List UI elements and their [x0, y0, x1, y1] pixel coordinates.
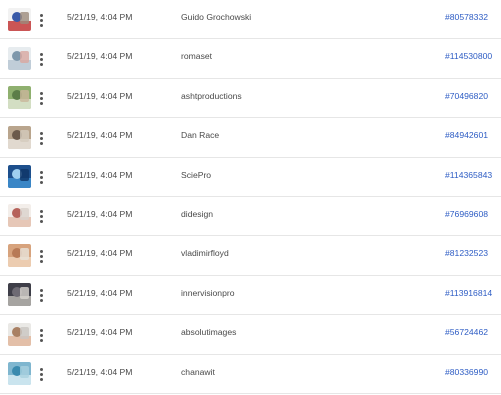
asset-id-link[interactable]: #81232523 [445, 248, 488, 258]
more-options-icon[interactable] [36, 48, 46, 70]
row-author: vladimirfloyd [181, 248, 229, 259]
asset-id-link[interactable]: #56724462 [445, 327, 488, 337]
row-author: absolutimages [181, 327, 237, 338]
row-author: SciePro [181, 169, 212, 180]
asset-thumbnail[interactable] [8, 7, 31, 31]
row-date: 5/21/19, 4:04 PM [67, 208, 133, 219]
row-date: 5/21/19, 4:04 PM [67, 169, 133, 180]
more-options-icon[interactable] [36, 364, 46, 386]
row-date: 5/21/19, 4:04 PM [67, 327, 133, 338]
asset-id-link[interactable]: #114530800 [445, 51, 492, 61]
asset-id-link[interactable]: #80336990 [445, 367, 488, 377]
row-date: 5/21/19, 4:04 PM [67, 130, 133, 141]
more-options-icon[interactable] [36, 127, 46, 149]
table-row[interactable]: 5/21/19, 4:04 PM romaset #114530800 [0, 39, 501, 79]
table-row[interactable]: 5/21/19, 4:04 PM vladimirfloyd #81232523 [0, 236, 501, 276]
row-date: 5/21/19, 4:04 PM [67, 248, 133, 259]
table-row[interactable]: 5/21/19, 4:04 PM innervisionpro #113916814 [0, 276, 501, 316]
more-options-icon[interactable] [36, 245, 46, 267]
asset-thumbnail[interactable] [8, 46, 31, 70]
more-options-icon[interactable] [36, 206, 46, 228]
asset-thumbnail[interactable] [8, 362, 31, 386]
more-options-icon[interactable] [36, 9, 46, 31]
row-author: romaset [181, 51, 213, 62]
asset-thumbnail[interactable] [8, 322, 31, 346]
row-author: ashtproductions [181, 90, 242, 101]
asset-id-link[interactable]: #84942601 [445, 130, 488, 140]
asset-list: 5/21/19, 4:04 PM Guido Grochowski #8057833… [0, 0, 501, 394]
asset-thumbnail[interactable] [8, 204, 31, 228]
row-date: 5/21/19, 4:04 PM [67, 12, 133, 22]
asset-thumbnail[interactable] [8, 165, 31, 189]
row-author: innervisionpro [181, 287, 235, 298]
row-author: didesign [181, 208, 214, 219]
table-row[interactable]: 5/21/19, 4:04 PM absolutimages #56724462 [0, 315, 501, 355]
table-row[interactable]: 5/21/19, 4:04 PM didesign #76969608 [0, 197, 501, 237]
row-date: 5/21/19, 4:04 PM [67, 51, 133, 62]
asset-id-link[interactable]: #114365843 [445, 170, 492, 180]
table-row[interactable]: 5/21/19, 4:04 PM Guido Grochowski #8057833… [0, 0, 501, 40]
asset-id-link[interactable]: #80578332 [445, 12, 488, 22]
asset-thumbnail[interactable] [8, 125, 31, 149]
asset-id-link[interactable]: #113916814 [445, 288, 492, 298]
asset-id-link[interactable]: #70496820 [445, 91, 488, 101]
table-row[interactable]: 5/21/19, 4:04 PM ashtproductions #70496820 [0, 79, 501, 119]
more-options-icon[interactable] [36, 285, 46, 307]
asset-id-link[interactable]: #76969608 [445, 209, 488, 219]
row-date: 5/21/19, 4:04 PM [67, 90, 133, 101]
more-options-icon[interactable] [36, 88, 46, 110]
more-options-icon[interactable] [36, 167, 46, 189]
table-row[interactable]: 5/21/19, 4:04 PM SciePro #114365843 [0, 158, 501, 197]
table-row[interactable]: 5/21/19, 4:04 PM Dan Race #84942601 [0, 118, 501, 158]
asset-thumbnail[interactable] [8, 283, 31, 307]
row-author: chanawit [181, 366, 215, 377]
asset-thumbnail[interactable] [8, 243, 31, 267]
table-row[interactable]: 5/21/19, 4:04 PM chanawit #80336990 [0, 355, 501, 394]
more-options-icon[interactable] [36, 324, 46, 346]
row-date: 5/21/19, 4:04 PM [67, 287, 133, 298]
asset-thumbnail[interactable] [8, 86, 31, 110]
row-author: Guido Grochowski [181, 12, 252, 22]
row-date: 5/21/19, 4:04 PM [67, 366, 133, 377]
row-author: Dan Race [181, 130, 220, 141]
